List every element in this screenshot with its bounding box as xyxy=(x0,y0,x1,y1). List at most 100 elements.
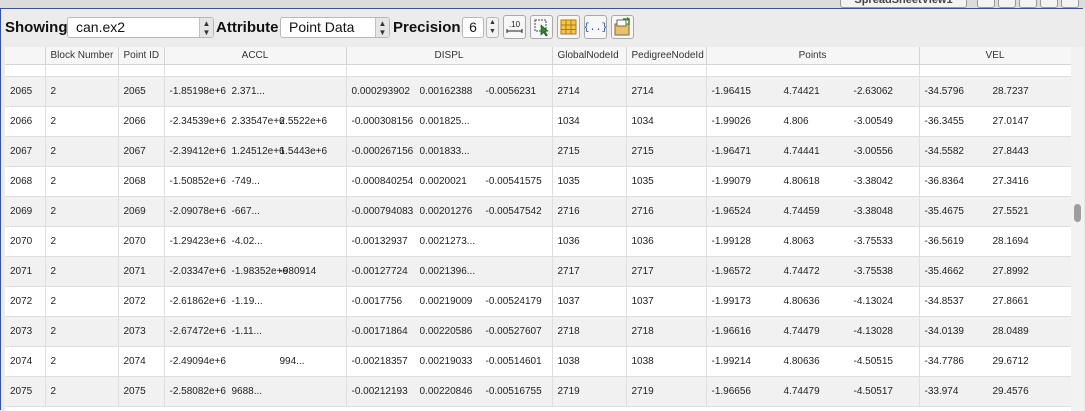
row-index[interactable]: 2069 xyxy=(5,196,46,227)
accl-cell[interactable]: -2.09078e+6 -667... xyxy=(164,196,347,227)
export-spreadsheet-button[interactable] xyxy=(611,15,634,39)
vel-cell[interactable]: -34.0139 28.0489 xyxy=(919,316,1071,347)
table-row[interactable]: 2066 2 2066 -2.34539e+6 2.33547e+62.5522e+6-… xyxy=(5,106,1071,137)
accl-cell[interactable]: -2.67472e+6 -1.11... xyxy=(164,316,347,347)
points-cell[interactable]: -1.96471 4.74441 -3.00556 xyxy=(706,136,920,167)
accl-cell[interactable]: -1.50852e+6 -749... xyxy=(164,166,347,197)
row-index[interactable]: 2074 xyxy=(5,346,46,377)
point-id-cell[interactable]: 2069 xyxy=(118,196,165,227)
accl-cell[interactable]: -2.61862e+6 -1.19... xyxy=(164,286,347,317)
accl-cell[interactable]: -2.49094e+6 994... xyxy=(164,346,347,377)
pedigree-node-id-cell[interactable]: 1034 xyxy=(626,106,707,137)
column-header-points[interactable]: Points xyxy=(706,47,920,65)
displ-cell[interactable]: -0.00127724 0.0021396... xyxy=(346,256,553,287)
point-id-cell[interactable]: 2072 xyxy=(118,286,165,317)
scrollbar-thumb[interactable] xyxy=(1074,204,1081,222)
row-index[interactable]: 2068 xyxy=(5,166,46,197)
block-number-cell[interactable]: 2 xyxy=(45,256,119,287)
show-only-selected-button[interactable] xyxy=(530,15,553,39)
displ-cell[interactable]: -0.00212193 0.00220846 -0.00516755 xyxy=(346,376,553,407)
view-title[interactable]: SpreadSheetView1 xyxy=(840,0,967,8)
pedigree-node-id-cell[interactable]: 1038 xyxy=(626,346,707,377)
table-row[interactable]: 2065 2 2065 -1.85198e+6 2.371... 0.000293902 0… xyxy=(5,76,1071,107)
displ-cell[interactable]: -0.0017756 0.00219009 -0.00524179 xyxy=(346,286,553,317)
accl-cell[interactable]: -2.58082e+6 9688... xyxy=(164,376,347,407)
global-node-id-cell[interactable]: 1037 xyxy=(552,286,627,317)
accl-cell[interactable]: -2.03347e+6 -1.98352e+6-980914 xyxy=(164,256,347,287)
vel-cell[interactable]: -35.4662 27.8992 xyxy=(919,256,1071,287)
close-button[interactable] xyxy=(1061,0,1079,8)
points-cell[interactable]: -1.99214 4.80636 -4.50515 xyxy=(706,346,920,377)
row-index[interactable]: 2071 xyxy=(5,256,46,287)
row-index[interactable]: 2072 xyxy=(5,286,46,317)
pedigree-node-id-cell[interactable]: 2717 xyxy=(626,256,707,287)
block-number-cell[interactable]: 2 xyxy=(45,166,119,197)
fixed-representation-button[interactable]: .10 xyxy=(503,15,526,39)
toggle-columns-button[interactable] xyxy=(557,15,580,39)
points-cell[interactable]: -1.99026 4.806 -3.00549 xyxy=(706,106,920,137)
accl-cell[interactable]: -2.39412e+6 1.24512e+61.5443e+6 xyxy=(164,136,347,167)
pedigree-node-id-cell[interactable]: 1035 xyxy=(626,166,707,197)
pedigree-node-id-cell[interactable]: 2718 xyxy=(626,316,707,347)
vel-cell[interactable]: -35.4675 27.5521 xyxy=(919,196,1071,227)
vel-cell[interactable]: -34.7786 29.6712 xyxy=(919,346,1071,377)
split-horizontal-button[interactable] xyxy=(977,0,995,8)
vel-cell[interactable]: -34.5582 27.8443 xyxy=(919,136,1071,167)
block-number-cell[interactable]: 2 xyxy=(45,286,119,317)
global-node-id-cell[interactable]: 1038 xyxy=(552,346,627,377)
split-vertical-button[interactable] xyxy=(998,0,1016,8)
table-row[interactable]: 2071 2 2071 -2.03347e+6 -1.98352e+6-980914 -0… xyxy=(5,256,1071,287)
column-header-vel[interactable]: VEL xyxy=(919,47,1071,65)
displ-cell[interactable]: -0.000840254 0.0020021 -0.00541575 xyxy=(346,166,553,197)
points-cell[interactable]: -1.99128 4.8063 -3.75533 xyxy=(706,226,920,257)
block-number-cell[interactable]: 2 xyxy=(45,196,119,227)
points-cell[interactable]: -1.96524 4.74459 -3.38048 xyxy=(706,196,920,227)
table-row[interactable]: 2069 2 2069 -2.09078e+6 -667... -0.000794083 0… xyxy=(5,196,1071,227)
column-header-displ[interactable]: DISPL xyxy=(346,47,553,65)
block-number-cell[interactable]: 2 xyxy=(45,376,119,407)
column-header-block-number[interactable]: Block Number xyxy=(45,47,119,65)
global-node-id-cell[interactable]: 2719 xyxy=(552,376,627,407)
point-id-cell[interactable]: 2065 xyxy=(118,76,165,107)
column-header-accl[interactable]: ACCL xyxy=(164,47,347,65)
point-id-cell[interactable]: 2068 xyxy=(118,166,165,197)
table-row[interactable]: 2070 2 2070 -1.29423e+6 -4.02... -0.00132937 0… xyxy=(5,226,1071,257)
displ-cell[interactable]: -0.000308156 0.001825... xyxy=(346,106,553,137)
displ-cell[interactable]: -0.000267156 0.001833... xyxy=(346,136,553,167)
row-index[interactable]: 2070 xyxy=(5,226,46,257)
point-id-cell[interactable]: 2071 xyxy=(118,256,165,287)
displ-cell[interactable]: -0.00132937 0.0021273... xyxy=(346,226,553,257)
row-index[interactable]: 2067 xyxy=(5,136,46,167)
point-id-cell[interactable]: 2067 xyxy=(118,136,165,167)
restore-button[interactable] xyxy=(1040,0,1058,8)
precision-spinbox[interactable]: 6 xyxy=(462,17,484,38)
global-node-id-cell[interactable]: 2717 xyxy=(552,256,627,287)
accl-cell[interactable]: -1.29423e+6 -4.02... xyxy=(164,226,347,257)
points-cell[interactable]: -1.96572 4.74472 -3.75538 xyxy=(706,256,920,287)
pedigree-node-id-cell[interactable]: 1036 xyxy=(626,226,707,257)
vel-cell[interactable]: -36.8364 27.3416 xyxy=(919,166,1071,197)
block-number-cell[interactable]: 2 xyxy=(45,76,119,107)
point-id-cell[interactable]: 2066 xyxy=(118,106,165,137)
maximize-button[interactable] xyxy=(1019,0,1037,8)
points-cell[interactable]: -1.99079 4.80618 -3.38042 xyxy=(706,166,920,197)
global-node-id-cell[interactable]: 2714 xyxy=(552,76,627,107)
spreadsheet-grid[interactable]: Block Number Point ID ACCL DISPL GlobalN… xyxy=(5,47,1071,411)
precision-stepper[interactable]: ▲ ▼ xyxy=(486,17,499,38)
table-row[interactable]: 2073 2 2073 -2.67472e+6 -1.11... -0.00171864 0… xyxy=(5,316,1071,347)
vertical-scrollbar[interactable] xyxy=(1071,47,1084,411)
global-node-id-cell[interactable]: 1036 xyxy=(552,226,627,257)
pedigree-node-id-cell[interactable]: 1037 xyxy=(626,286,707,317)
vel-cell[interactable]: -36.5619 28.1694 xyxy=(919,226,1071,257)
points-cell[interactable]: -1.99173 4.80636 -4.13024 xyxy=(706,286,920,317)
table-row[interactable]: 2075 2 2075 -2.58082e+6 9688... -0.00212193 0.… xyxy=(5,376,1071,407)
block-number-cell[interactable]: 2 xyxy=(45,106,119,137)
block-number-cell[interactable]: 2 xyxy=(45,346,119,377)
points-cell[interactable]: -1.96616 4.74479 -4.13028 xyxy=(706,316,920,347)
displ-cell[interactable]: 0.000293902 0.00162388 -0.0056231 xyxy=(346,76,553,107)
pedigree-node-id-cell[interactable]: 2715 xyxy=(626,136,707,167)
table-row[interactable]: 2072 2 2072 -2.61862e+6 -1.19... -0.0017756 0.… xyxy=(5,286,1071,317)
vel-cell[interactable]: -36.3455 27.0147 xyxy=(919,106,1071,137)
pedigree-node-id-cell[interactable]: 2714 xyxy=(626,76,707,107)
vel-cell[interactable]: -34.5796 28.7237 xyxy=(919,76,1071,107)
